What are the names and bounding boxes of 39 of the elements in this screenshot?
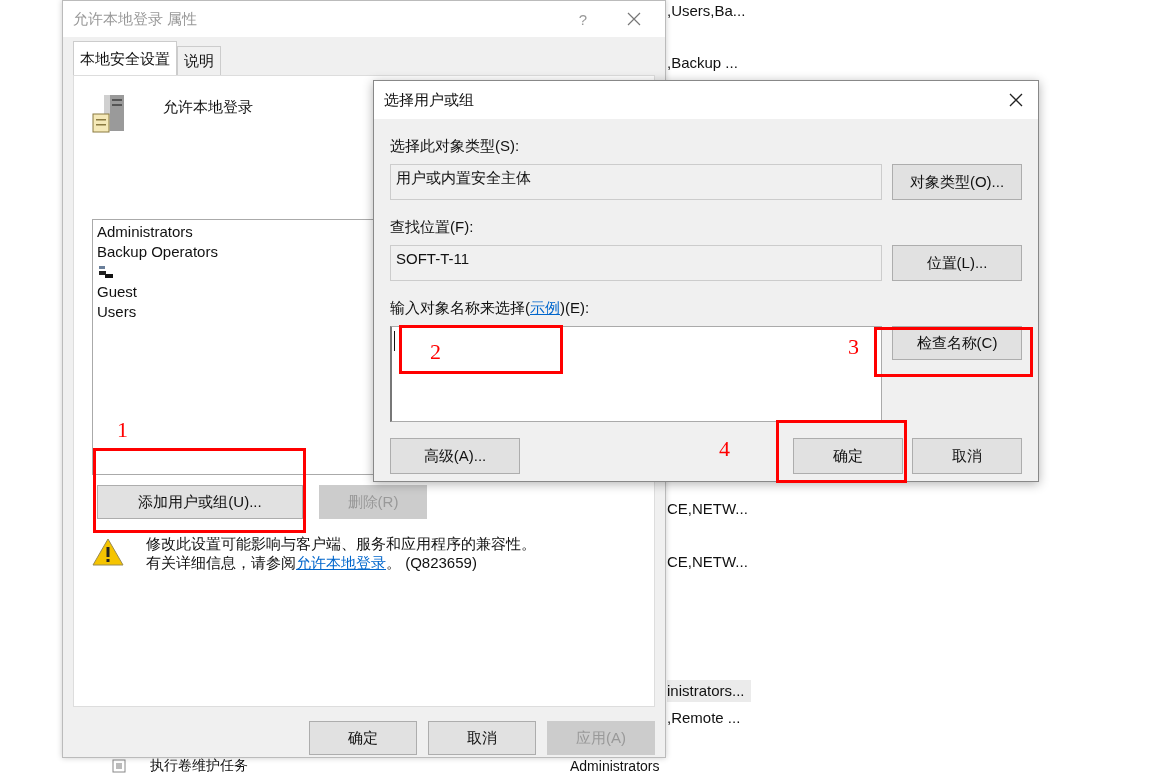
object-type-field: 用户或内置安全主体 [390,164,882,200]
advanced-button[interactable]: 高级(A)... [390,438,520,474]
location-field: SOFT-T-11 [390,245,882,281]
names-input-field[interactable] [390,326,882,422]
location-button[interactable]: 位置(L)... [892,245,1022,281]
check-names-button[interactable]: 检查名称(C) [892,326,1022,360]
dialog-button[interactable]: 取消 [428,721,536,755]
field-label: 选择此对象类型(S): [390,136,521,156]
ok-button[interactable]: 确定 [793,438,903,474]
tab[interactable]: 说明 [177,46,221,75]
list-row[interactable]: ,Remote ... [667,707,747,729]
close-icon[interactable] [1009,93,1023,107]
add-user-button[interactable]: 添加用户或组(U)... [97,485,303,519]
window-title: 允许本地登录 属性 [73,9,199,29]
tab[interactable]: 本地安全设置 [73,41,177,75]
list-row[interactable]: ,Users,Ba... [667,0,752,22]
policy-members: Administrators [570,758,660,773]
list-row[interactable]: ,Backup ... [667,52,744,74]
warning-text: 修改此设置可能影响与客户端、服务和应用程序的兼容性。 [146,534,536,553]
policy-title: 允许本地登录 [163,98,253,117]
field-label: 查找位置(F): [390,217,475,237]
field-label: 输入对象名称来选择(示例)(E): [390,298,591,318]
redacted-icon [97,266,115,278]
step-number: 2 [430,340,441,364]
policy-link[interactable]: 允许本地登录 [296,554,386,571]
step-number: 4 [719,437,730,461]
examples-link[interactable]: 示例 [530,299,560,316]
list-row[interactable]: inistrators... [667,680,751,702]
step-number: 1 [117,418,128,442]
warning-text: 有关详细信息，请参阅允许本地登录。 (Q823659) [146,553,478,572]
step-number: 3 [848,335,859,359]
warning-icon [92,538,124,566]
dialog-title: 选择用户或组 [384,90,474,110]
dialog-button[interactable]: 确定 [309,721,417,755]
policy-name: 执行卷维护任务 [150,757,249,773]
object-type-button[interactable]: 对象类型(O)... [892,164,1022,200]
list-row[interactable]: CE,NETW... [667,551,754,573]
list-row[interactable]: CE,NETW... [667,498,754,520]
cancel-button[interactable]: 取消 [912,438,1022,474]
